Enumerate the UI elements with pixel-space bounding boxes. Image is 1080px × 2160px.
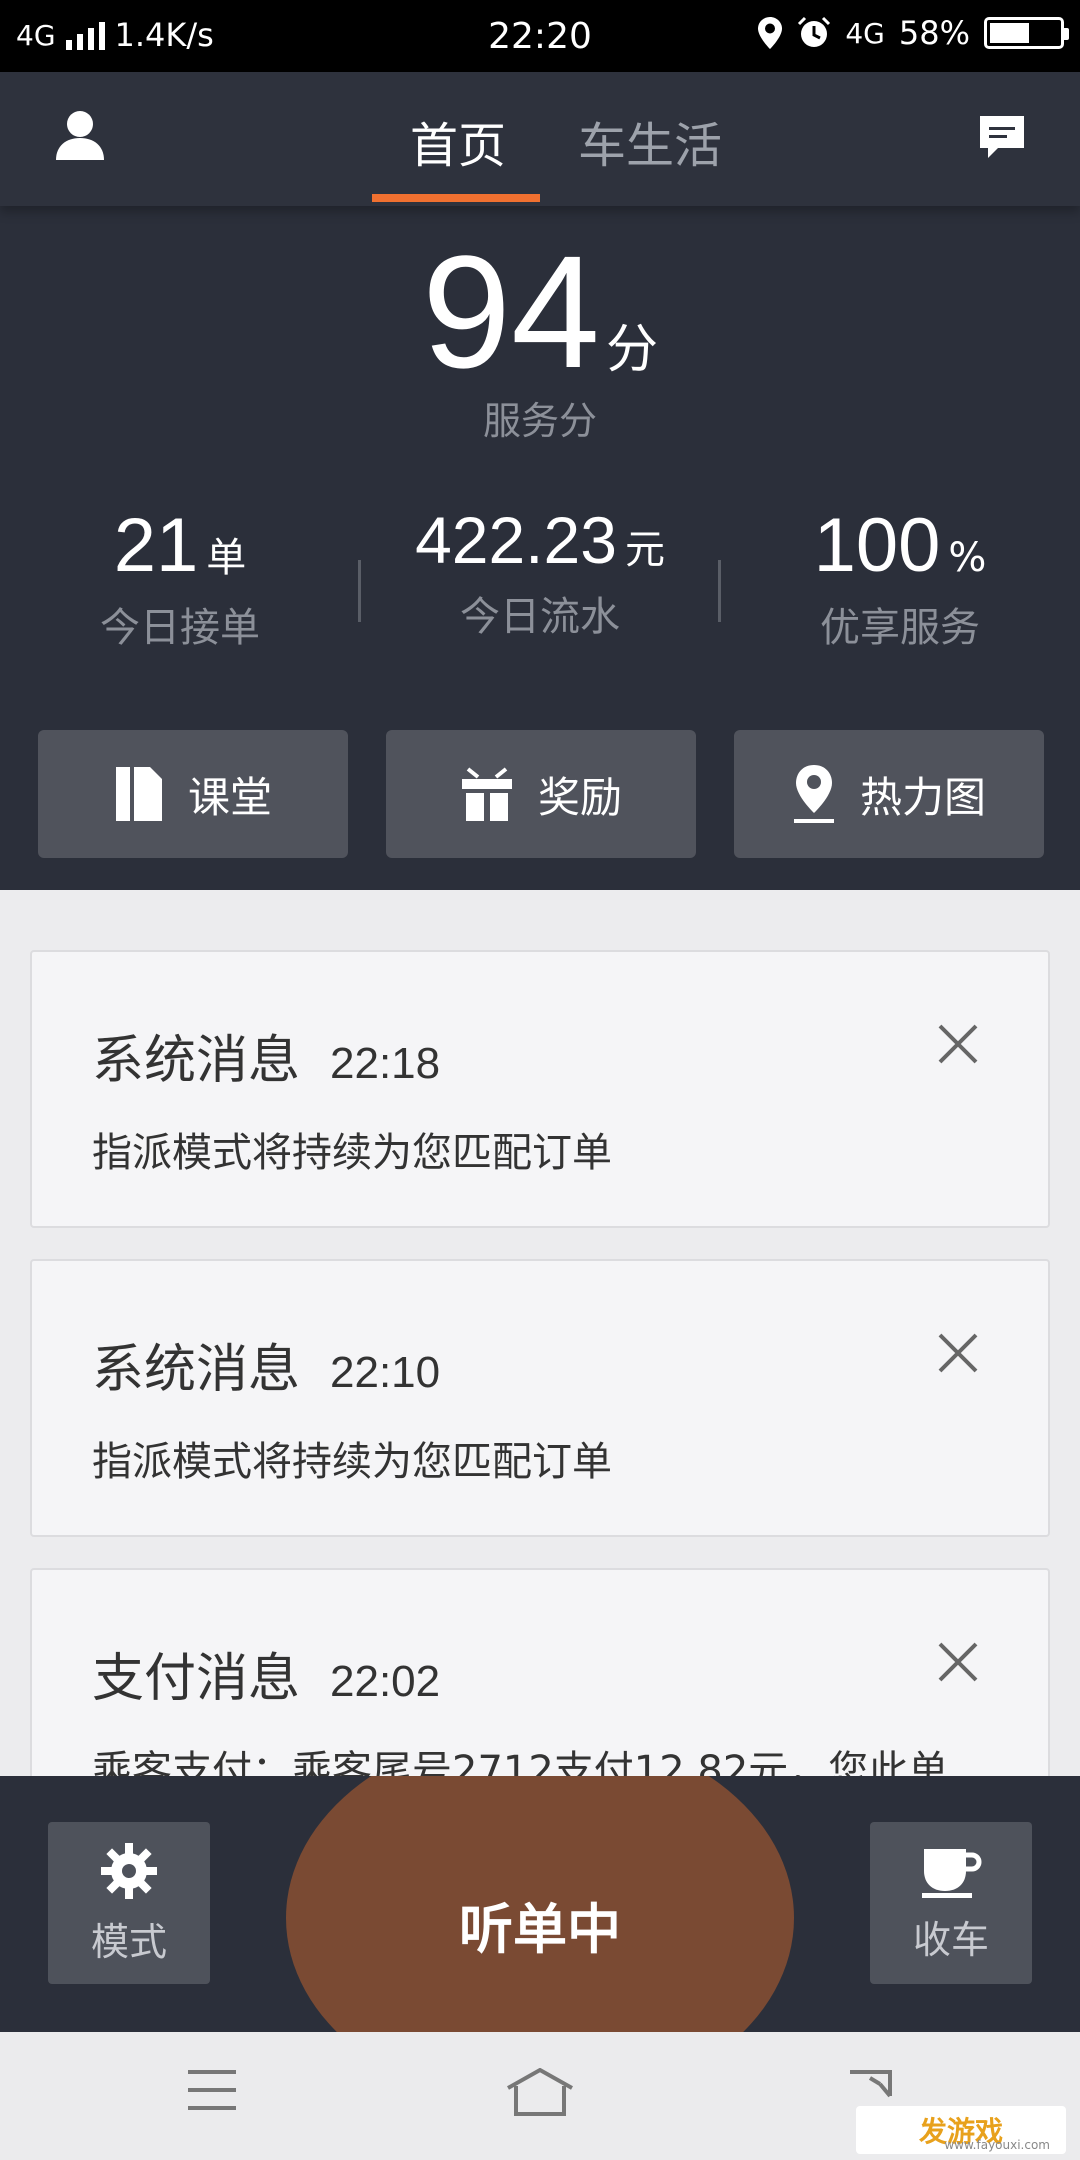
score-label: 服务分 (482, 399, 597, 443)
stat-value: 100 (813, 503, 941, 588)
watermark-url: www.fayouxi.com (944, 2138, 1050, 2152)
network-type-2: 4G (845, 16, 885, 50)
rewards-label: 奖励 (537, 772, 622, 822)
message-title: 系统消息 (92, 1340, 301, 1400)
message-card[interactable]: 系统消息 22:18 指派模式将持续为您匹配订单 (30, 950, 1050, 1228)
stat-unit: 单 (206, 535, 247, 581)
battery-percent: 58% (898, 14, 970, 52)
message-title: 支付消息 (92, 1649, 301, 1709)
listening-button[interactable]: 听单中 (286, 1776, 794, 2032)
message-card[interactable]: 系统消息 22:10 指派模式将持续为您匹配订单 (30, 1259, 1050, 1537)
message-title: 系统消息 (92, 1031, 301, 1091)
stat-label: 今日流水 (460, 594, 620, 640)
score-value: 94 (422, 222, 600, 401)
end-shift-label: 收车 (912, 1917, 989, 1962)
coffee-cup-icon (922, 1848, 982, 1898)
close-icon[interactable] (936, 1331, 980, 1375)
end-shift-button[interactable]: 收车 (870, 1822, 1032, 1984)
status-bar: 4G 1.4K/s 22:20 4G 58% (0, 0, 1080, 72)
stat-label: 优享服务 (820, 605, 980, 651)
classroom-label: 课堂 (187, 772, 272, 822)
stat-unit: % (948, 535, 987, 581)
location-pin-icon (793, 765, 834, 823)
tab-home[interactable]: 首页 (410, 106, 506, 176)
stat-value: 422.23 (415, 503, 617, 577)
message-time: 22:18 (330, 1039, 441, 1088)
alarm-icon (798, 16, 831, 47)
message-time: 22:10 (330, 1348, 441, 1397)
user-icon[interactable] (52, 108, 108, 164)
watermark-logo: 发游戏 www.fayouxi.com (856, 2106, 1066, 2154)
gift-icon (461, 767, 512, 821)
divider (718, 560, 721, 622)
close-icon[interactable] (936, 1640, 980, 1684)
listening-label: 听单中 (459, 1897, 621, 1961)
stat-value: 21 (113, 503, 199, 588)
divider (358, 560, 361, 622)
stat-orders: 21 单 今日接单 (0, 502, 360, 653)
stat-label: 今日接单 (100, 605, 260, 651)
tab-car-life[interactable]: 车生活 (578, 106, 722, 176)
heatmap-button[interactable]: 热力图 (734, 730, 1044, 858)
stat-revenue: 422.23 元 今日流水 (360, 502, 720, 642)
stat-unit: 元 (624, 527, 665, 573)
message-body: 指派模式将持续为您匹配订单 (92, 1130, 612, 1176)
mode-button[interactable]: 模式 (48, 1822, 210, 1984)
gear-icon (101, 1842, 157, 1899)
message-time: 22:02 (330, 1657, 441, 1706)
message-body: 指派模式将持续为您匹配订单 (92, 1439, 612, 1485)
order-control-bar: 模式 听单中 收车 (0, 1776, 1080, 2032)
mode-label: 模式 (90, 1919, 167, 1964)
today-stats: 21 单 今日接单 422.23 元 今日流水 100% 优享服务 (0, 502, 1080, 652)
book-icon (115, 767, 162, 821)
score-unit: 分 (605, 320, 658, 380)
tab-indicator (372, 194, 540, 202)
top-nav: 首页 车生活 (0, 72, 1080, 206)
location-icon (758, 17, 783, 49)
message-icon[interactable] (976, 112, 1028, 164)
heatmap-label: 热力图 (859, 772, 986, 822)
dashboard-header: 首页 车生活 94 分 服务分 21 单 今日接单 422.23 元 今日流水 100… (0, 72, 1080, 890)
home-icon[interactable] (504, 2068, 576, 2118)
rewards-button[interactable]: 奖励 (386, 730, 696, 858)
menu-icon[interactable] (186, 2068, 238, 2112)
service-score: 94 分 (0, 232, 1080, 392)
stat-premium: 100% 优享服务 (720, 502, 1080, 653)
close-icon[interactable] (936, 1022, 980, 1066)
classroom-button[interactable]: 课堂 (38, 730, 348, 858)
battery-icon (984, 17, 1069, 49)
